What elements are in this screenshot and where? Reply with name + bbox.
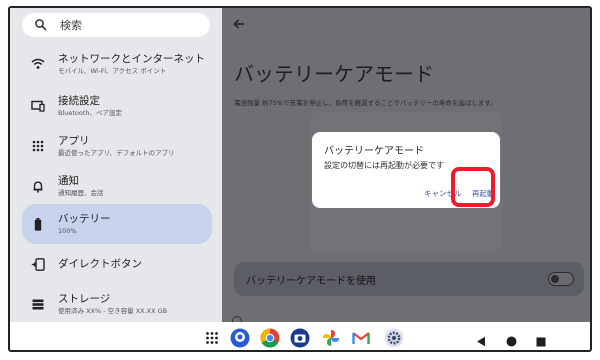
battery-care-toggle-row[interactable]: バッテリーケアモードを使用	[234, 262, 584, 296]
app-drawer-icon[interactable]	[202, 328, 222, 348]
toggle-label: バッテリーケアモードを使用	[246, 275, 376, 287]
sidebar-item-storage[interactable]: ストレージ 使用済み XX% - 空き容量 XX.XX GB	[22, 284, 212, 324]
sidebar-item-title: ストレージ	[58, 292, 111, 305]
settings-sidebar: 検索 ネットワークとインターネット モバイル、Wi-Fi、アクセス ポイント 接…	[10, 8, 222, 322]
wifi-icon	[30, 56, 46, 72]
home-icon[interactable]	[506, 332, 517, 350]
sidebar-item-subtitle: Bluetooth、ペア設定	[58, 108, 123, 117]
page-description: 電池残量 約75%で充電を停止し、負荷を軽減することでバッテリーの寿命を延ばしま…	[234, 99, 497, 107]
sidebar-item-connections[interactable]: 接続設定 Bluetooth、ペア設定	[22, 86, 212, 126]
settings-icon[interactable]	[384, 328, 404, 348]
sidebar-item-direct-button[interactable]: ダイレクトボタン	[22, 244, 212, 284]
sidebar-item-subtitle: 使用済み XX% - 空き容量 XX.XX GB	[58, 306, 168, 315]
sidebar-item-title: 接続設定	[58, 94, 100, 107]
taskbar	[10, 322, 590, 350]
photos-icon[interactable]	[321, 328, 341, 348]
back-arrow-icon[interactable]	[232, 16, 246, 30]
connected-devices-icon	[30, 98, 46, 114]
sidebar-item-title: アプリ	[58, 134, 90, 147]
battery-icon	[30, 216, 46, 232]
recents-icon[interactable]	[536, 332, 546, 350]
search-bar[interactable]: 検索	[22, 13, 210, 37]
sidebar-item-title: ダイレクトボタン	[58, 257, 142, 270]
apps-grid-icon	[30, 138, 46, 154]
search-icon	[34, 18, 48, 32]
dialog-title: バッテリーケアモード	[324, 146, 424, 157]
sidebar-item-subtitle: 100%	[58, 226, 77, 235]
camera-app-icon[interactable]	[230, 328, 250, 348]
sidebar-item-apps[interactable]: アプリ 最近使ったアプリ、デフォルトのアプリ	[22, 126, 212, 166]
sidebar-item-network[interactable]: ネットワークとインターネット モバイル、Wi-Fi、アクセス ポイント	[22, 44, 212, 84]
battery-care-switch[interactable]	[548, 272, 574, 286]
sidebar-item-battery[interactable]: バッテリー 100%	[22, 204, 212, 244]
sidebar-item-title: ネットワークとインターネット	[58, 52, 205, 65]
sidebar-item-subtitle: 最近使ったアプリ、デフォルトのアプリ	[58, 148, 175, 157]
storage-icon	[30, 296, 46, 312]
gmail-icon[interactable]	[351, 328, 371, 348]
switch-knob	[551, 275, 559, 283]
dialog-message: 設定の切替には再起動が必要です	[324, 161, 444, 170]
chrome-icon[interactable]	[260, 328, 280, 348]
page-title: バッテリーケアモード	[234, 62, 434, 86]
bell-icon	[30, 178, 46, 194]
sidebar-item-notifications[interactable]: 通知 通知履歴、会話	[22, 166, 212, 206]
sidebar-item-subtitle: 通知履歴、会話	[58, 188, 104, 197]
camera-icon[interactable]	[290, 328, 310, 348]
sidebar-item-subtitle: モバイル、Wi-Fi、アクセス ポイント	[58, 66, 167, 75]
device-screen: 検索 ネットワークとインターネット モバイル、Wi-Fi、アクセス ポイント 接…	[8, 6, 592, 352]
sidebar-item-title: 通知	[58, 174, 79, 187]
direct-button-icon	[30, 256, 46, 272]
restart-highlight-frame	[451, 167, 495, 207]
sidebar-item-title: バッテリー	[58, 212, 111, 225]
back-icon[interactable]	[476, 332, 486, 350]
search-placeholder: 検索	[60, 19, 82, 32]
